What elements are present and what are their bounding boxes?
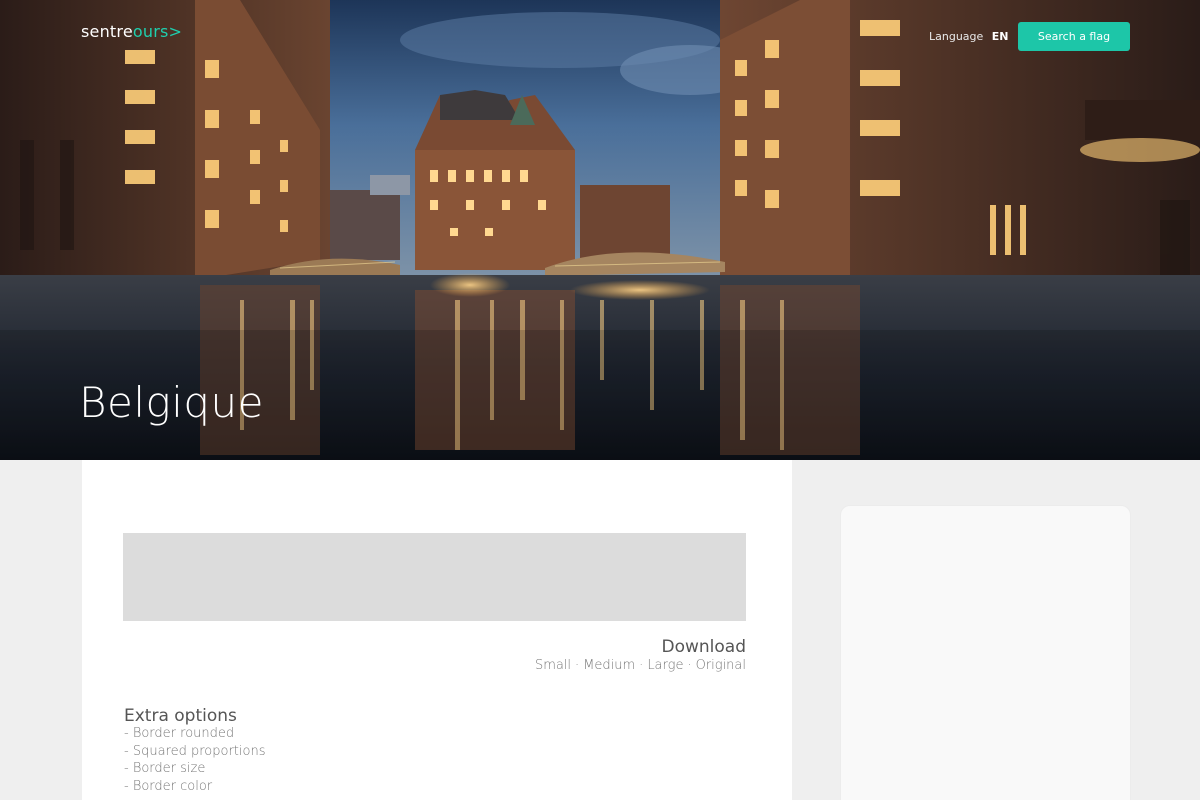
download-heading: Download: [661, 637, 746, 657]
extra-option-border-size[interactable]: - Border size: [124, 760, 265, 778]
language-label: Language: [929, 30, 984, 43]
main-content-card: Download Small · Medium · Large · Original Ext…: [82, 460, 792, 800]
extra-options-heading: Extra options: [124, 706, 237, 726]
separator: ·: [639, 658, 644, 673]
logo-text-accent: ours>: [132, 22, 183, 41]
top-navigation-bar: sentreours> Language EN Search a flag: [0, 0, 1200, 80]
search-flag-button[interactable]: Search a flag: [1018, 22, 1130, 51]
extra-option-squared-proportions[interactable]: - Squared proportions: [124, 743, 265, 761]
language-selector[interactable]: Language EN: [929, 30, 1009, 43]
page-title: Belgique: [79, 378, 265, 427]
download-small-link[interactable]: Small: [535, 658, 571, 673]
logo[interactable]: sentreours>: [81, 22, 182, 41]
separator: ·: [575, 658, 580, 673]
download-large-link[interactable]: Large: [647, 658, 683, 673]
logo-text-primary: sentre: [81, 22, 133, 41]
language-code[interactable]: EN: [992, 30, 1009, 43]
extra-option-border-rounded[interactable]: - Border rounded: [124, 725, 265, 743]
download-original-link[interactable]: Original: [696, 658, 746, 673]
hero-banner: sentreours> Language EN Search a flag Be…: [0, 0, 1200, 460]
sidebar-panel: [840, 505, 1131, 800]
extra-options-list: - Border rounded - Squared proportions -…: [124, 725, 265, 795]
extra-option-border-color[interactable]: - Border color: [124, 778, 265, 796]
download-medium-link[interactable]: Medium: [583, 658, 635, 673]
download-size-links: Small · Medium · Large · Original: [535, 658, 746, 673]
separator: ·: [687, 658, 692, 673]
flag-preview-placeholder: [123, 533, 746, 621]
